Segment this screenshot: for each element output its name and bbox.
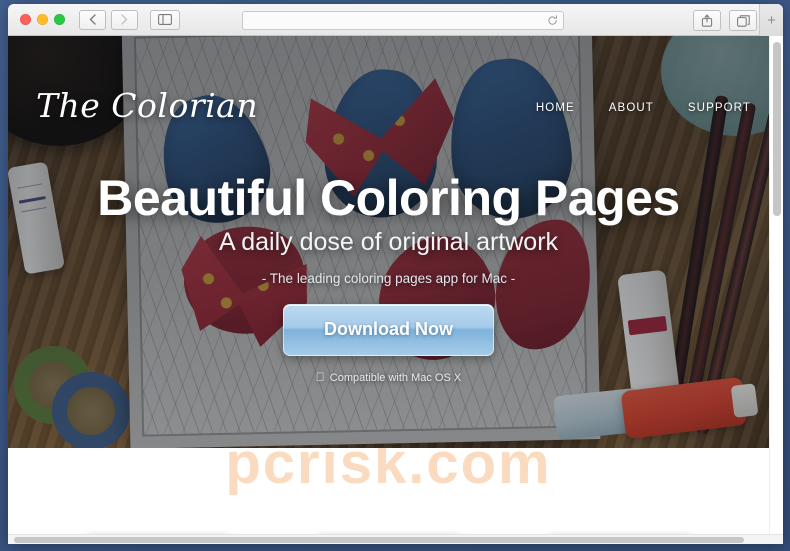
window-controls (20, 14, 65, 25)
nav-item-home[interactable]: HOME (536, 102, 575, 114)
navigation-buttons (79, 9, 138, 30)
forward-button[interactable] (111, 9, 138, 30)
tabs-icon (736, 14, 750, 27)
share-icon (701, 14, 713, 27)
sidebar-button[interactable] (150, 9, 180, 30)
compatibility-note: Compatible with Mac OS X (8, 370, 769, 384)
chevron-left-icon (89, 14, 96, 25)
address-bar[interactable] (242, 11, 564, 30)
web-page: The Colorian HOME ABOUT SUPPORT Beautifu… (8, 36, 769, 534)
features-section: pcrisk.com (8, 448, 769, 534)
cta-container: Download Now (8, 304, 769, 356)
site-logo[interactable]: The Colorian (36, 86, 258, 125)
hero-headline: Beautiful Coloring Pages (97, 170, 680, 226)
hero-subheadline: A daily dose of original artwork (218, 228, 559, 256)
new-tab-button[interactable]: + (759, 4, 783, 36)
nav-item-support[interactable]: SUPPORT (688, 102, 751, 114)
browser-window: + The Colorian HOME ABOUT SUPPORT Beauti… (8, 4, 783, 544)
back-button[interactable] (79, 9, 106, 30)
page-viewport: The Colorian HOME ABOUT SUPPORT Beautifu… (8, 36, 783, 544)
vertical-scrollbar-thumb[interactable] (773, 42, 781, 216)
nav-item-about[interactable]: ABOUT (609, 102, 654, 114)
close-button[interactable] (20, 14, 31, 25)
sidebar-icon (158, 14, 172, 25)
minimize-button[interactable] (37, 14, 48, 25)
horizontal-scrollbar-thumb[interactable] (14, 537, 744, 543)
watermark: pcrisk.com (225, 448, 552, 496)
desktop-background: + The Colorian HOME ABOUT SUPPORT Beauti… (0, 0, 790, 551)
chevron-right-icon (121, 14, 128, 25)
share-button[interactable] (693, 10, 721, 31)
reload-button[interactable] (547, 15, 558, 26)
reload-icon (548, 15, 558, 25)
apple-logo-icon:  (316, 370, 325, 384)
hero-section: The Colorian HOME ABOUT SUPPORT Beautifu… (8, 36, 769, 448)
show-tabs-button[interactable] (729, 10, 757, 31)
browser-toolbar: + (8, 4, 783, 36)
toolbar-right-buttons (693, 10, 757, 31)
main-navigation: HOME ABOUT SUPPORT (536, 102, 751, 114)
horizontal-scrollbar[interactable] (8, 534, 783, 544)
maximize-button[interactable] (54, 14, 65, 25)
download-now-button[interactable]: Download Now (283, 304, 494, 356)
hero-content: The Colorian HOME ABOUT SUPPORT Beautifu… (8, 36, 769, 448)
hero-tagline: - The leading coloring pages app for Mac… (261, 271, 516, 286)
compatibility-text: Compatible with Mac OS X (325, 372, 461, 384)
vertical-scrollbar[interactable] (769, 36, 783, 534)
